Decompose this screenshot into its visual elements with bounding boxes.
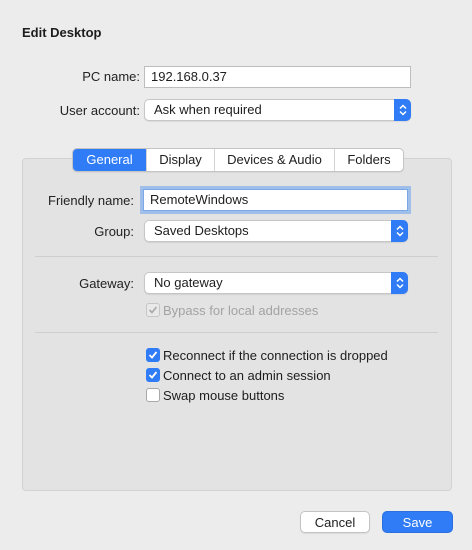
bypass-checkbox[interactable] (146, 303, 160, 317)
checkmark-icon (148, 351, 158, 359)
checkmark-icon (148, 306, 158, 314)
gateway-label: Gateway: (79, 276, 134, 291)
checkmark-icon (148, 371, 158, 379)
swap-mouse-label: Swap mouse buttons (163, 388, 285, 403)
reconnect-label: Reconnect if the connection is dropped (163, 348, 388, 363)
tab-bar: General Display Devices & Audio Folders (72, 148, 404, 172)
bypass-label: Bypass for local addresses (163, 303, 319, 318)
cancel-button[interactable]: Cancel (300, 511, 370, 533)
tab-folders[interactable]: Folders (334, 149, 403, 171)
pc-name-label: PC name: (82, 69, 140, 84)
group-value: Saved Desktops (154, 223, 249, 238)
save-button[interactable]: Save (382, 511, 453, 533)
dialog-title: Edit Desktop (22, 25, 102, 40)
group-popup[interactable]: Saved Desktops (144, 220, 408, 242)
reconnect-checkbox[interactable] (146, 348, 160, 362)
gateway-value: No gateway (154, 275, 223, 290)
user-account-value: Ask when required (154, 102, 262, 117)
tab-general[interactable]: General (73, 149, 146, 171)
chevron-updown-icon (391, 272, 408, 294)
gateway-popup[interactable]: No gateway (144, 272, 408, 294)
tab-devices-audio[interactable]: Devices & Audio (214, 149, 334, 171)
chevron-updown-icon (391, 220, 408, 242)
admin-session-label: Connect to an admin session (163, 368, 331, 383)
tab-display[interactable]: Display (146, 149, 214, 171)
divider (35, 332, 438, 333)
divider (35, 256, 438, 257)
pc-name-field[interactable]: 192.168.0.37 (144, 66, 411, 88)
friendly-name-label: Friendly name: (48, 193, 134, 208)
swap-mouse-checkbox[interactable] (146, 388, 160, 402)
user-account-popup[interactable]: Ask when required (144, 99, 411, 121)
friendly-name-field[interactable]: RemoteWindows (143, 189, 408, 211)
user-account-label: User account: (59, 103, 140, 118)
admin-session-checkbox[interactable] (146, 368, 160, 382)
group-label: Group: (94, 224, 134, 239)
chevron-updown-icon (394, 99, 411, 121)
